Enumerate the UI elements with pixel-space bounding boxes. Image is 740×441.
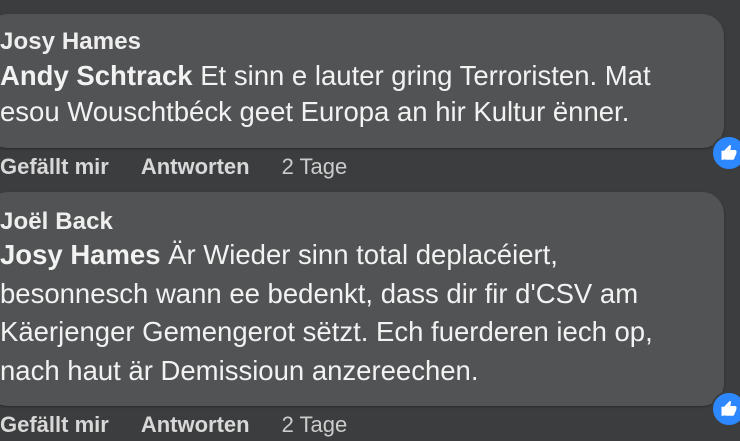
comment-bubble: Josy Hames Andy Schtrack Et sinn e laute… [0, 14, 724, 148]
comment-text: Josy Hames Är Wieder sinn total deplacéi… [0, 236, 702, 390]
comment-thread: Josy Hames Andy Schtrack Et sinn e laute… [0, 0, 740, 441]
comment-timestamp[interactable]: 2 Tage [282, 154, 348, 180]
comment-author[interactable]: Joël Back [0, 208, 113, 236]
thumbs-up-icon[interactable] [711, 135, 740, 171]
comment-text: Andy Schtrack Et sinn e lauter gring Ter… [0, 58, 702, 130]
like-button[interactable]: Gefällt mir [0, 154, 109, 180]
comment-author[interactable]: Josy Hames [0, 28, 141, 56]
comment-actions: Gefällt mir Antworten 2 Tage [0, 412, 347, 438]
like-button[interactable]: Gefällt mir [0, 412, 109, 438]
comment-timestamp[interactable]: 2 Tage [282, 412, 348, 438]
comment-bubble: Joël Back Josy Hames Är Wieder sinn tota… [0, 192, 724, 406]
reply-button[interactable]: Antworten [141, 154, 250, 180]
comment-actions: Gefällt mir Antworten 2 Tage [0, 154, 347, 180]
reply-button[interactable]: Antworten [141, 412, 250, 438]
comment-mention[interactable]: Josy Hames [0, 239, 161, 270]
thumbs-up-icon[interactable] [711, 391, 740, 427]
comment-mention[interactable]: Andy Schtrack [0, 60, 193, 91]
